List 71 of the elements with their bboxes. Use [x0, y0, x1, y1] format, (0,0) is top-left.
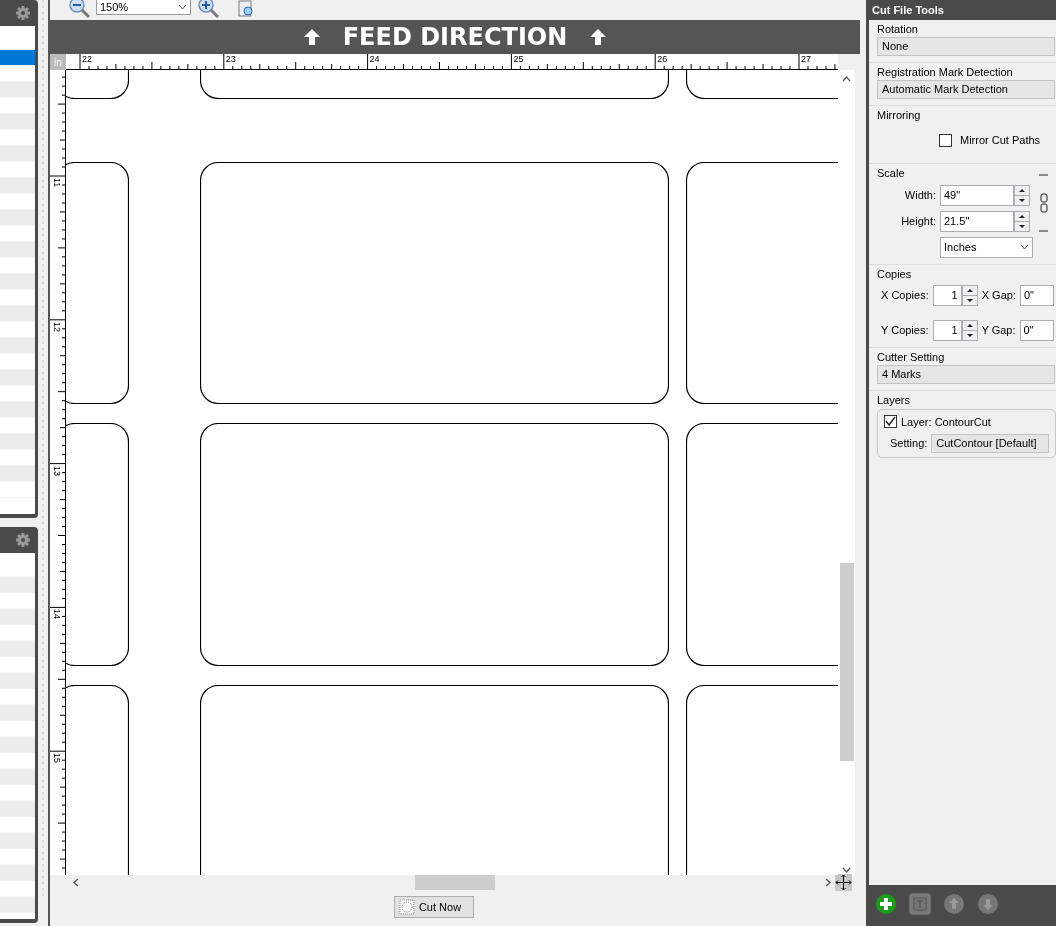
input-field[interactable]: 21.5"	[940, 210, 1014, 232]
layer-setting-select[interactable]: CutContour [Default]	[931, 434, 1050, 453]
spinner[interactable]	[961, 319, 978, 341]
arrow-up-icon	[589, 28, 608, 46]
field-label: X Copies:	[881, 287, 929, 303]
field-label: Y Gap:	[981, 322, 1016, 338]
ruler-label: 12	[52, 321, 61, 332]
group-label: Rotation	[877, 23, 919, 36]
move-icon[interactable]	[835, 874, 852, 891]
scroll-up-icon[interactable]	[842, 76, 851, 82]
field-label: Height:	[900, 213, 936, 229]
units-select[interactable]: Inches	[940, 236, 1033, 258]
print-preview-icon[interactable]	[237, 0, 255, 17]
ruler-label: 11	[52, 178, 61, 188]
group-label: Copies	[877, 267, 913, 281]
link-icon[interactable]	[1039, 173, 1049, 232]
cut-icon	[398, 899, 415, 915]
panel-title: Cut File Tools	[871, 2, 945, 18]
input-field[interactable]: 1	[932, 319, 962, 341]
field-label: Width:	[903, 187, 936, 203]
caret-icon	[1020, 244, 1029, 250]
field-label: Setting:	[890, 435, 928, 451]
cut-now-button[interactable]: Cut Now	[393, 896, 475, 918]
checkbox-label: Layer: ContourCut	[901, 414, 991, 430]
ruler-label: 24	[369, 55, 380, 64]
zoom-in-icon[interactable]	[197, 0, 219, 19]
settings-icon[interactable]	[15, 532, 31, 548]
field-label: X Gap:	[981, 287, 1016, 303]
scroll-thumb[interactable]	[415, 875, 495, 890]
input-field[interactable]: 0"	[1019, 284, 1054, 306]
zoom-out-icon[interactable]	[68, 0, 90, 19]
rotation-select[interactable]: None	[877, 37, 1055, 56]
arrow-up-icon	[302, 28, 321, 46]
ruler-label: 13	[52, 465, 61, 476]
cut-contour-shape	[66, 70, 129, 99]
spinner[interactable]	[1014, 210, 1030, 232]
ruler-label: 25	[513, 55, 524, 64]
group-label: Mirroring	[877, 109, 922, 122]
group-label: Cutter Setting	[877, 350, 946, 364]
group-label: Scale	[877, 166, 906, 180]
group-label: Registration Mark Detection	[877, 66, 1014, 79]
settings-icon[interactable]	[15, 5, 31, 21]
feed-direction-label: FEED DIRECTION	[342, 22, 568, 53]
checkbox[interactable]	[884, 415, 897, 429]
mark-detection-select[interactable]: Automatic Mark Detection	[877, 80, 1055, 99]
checkbox-label: Mirror Cut Paths	[960, 133, 1041, 148]
cutter-setting-select[interactable]: 4 Marks	[877, 364, 1055, 384]
input-field[interactable]: 49"	[940, 184, 1014, 206]
scroll-left-icon[interactable]	[73, 878, 79, 887]
list-row[interactable]	[0, 50, 35, 66]
ruler-label: 23	[225, 55, 236, 64]
checkbox[interactable]	[939, 133, 952, 147]
unit-label: in	[50, 54, 66, 70]
scroll-thumb[interactable]	[839, 562, 854, 761]
field-label: Y Copies:	[881, 322, 929, 338]
vertical-scrollbar[interactable]	[838, 70, 855, 875]
scroll-down-icon[interactable]	[842, 867, 851, 873]
ruler-label: 14	[52, 609, 61, 620]
scroll-right-icon[interactable]	[825, 878, 831, 887]
caret-icon	[178, 4, 187, 10]
input-field[interactable]: 0"	[1019, 319, 1054, 341]
spinner[interactable]	[961, 284, 978, 306]
zoom-select[interactable]: 150%	[96, 0, 191, 15]
input-field[interactable]: 1	[932, 284, 962, 306]
group-label: Layers	[877, 393, 912, 407]
ruler-label: 22	[82, 55, 92, 64]
ruler-label: 26	[657, 55, 668, 64]
ruler-label: 15	[52, 753, 61, 764]
ruler-label: 27	[801, 55, 811, 64]
add-icon[interactable]	[875, 893, 897, 915]
spinner[interactable]	[1014, 184, 1030, 206]
